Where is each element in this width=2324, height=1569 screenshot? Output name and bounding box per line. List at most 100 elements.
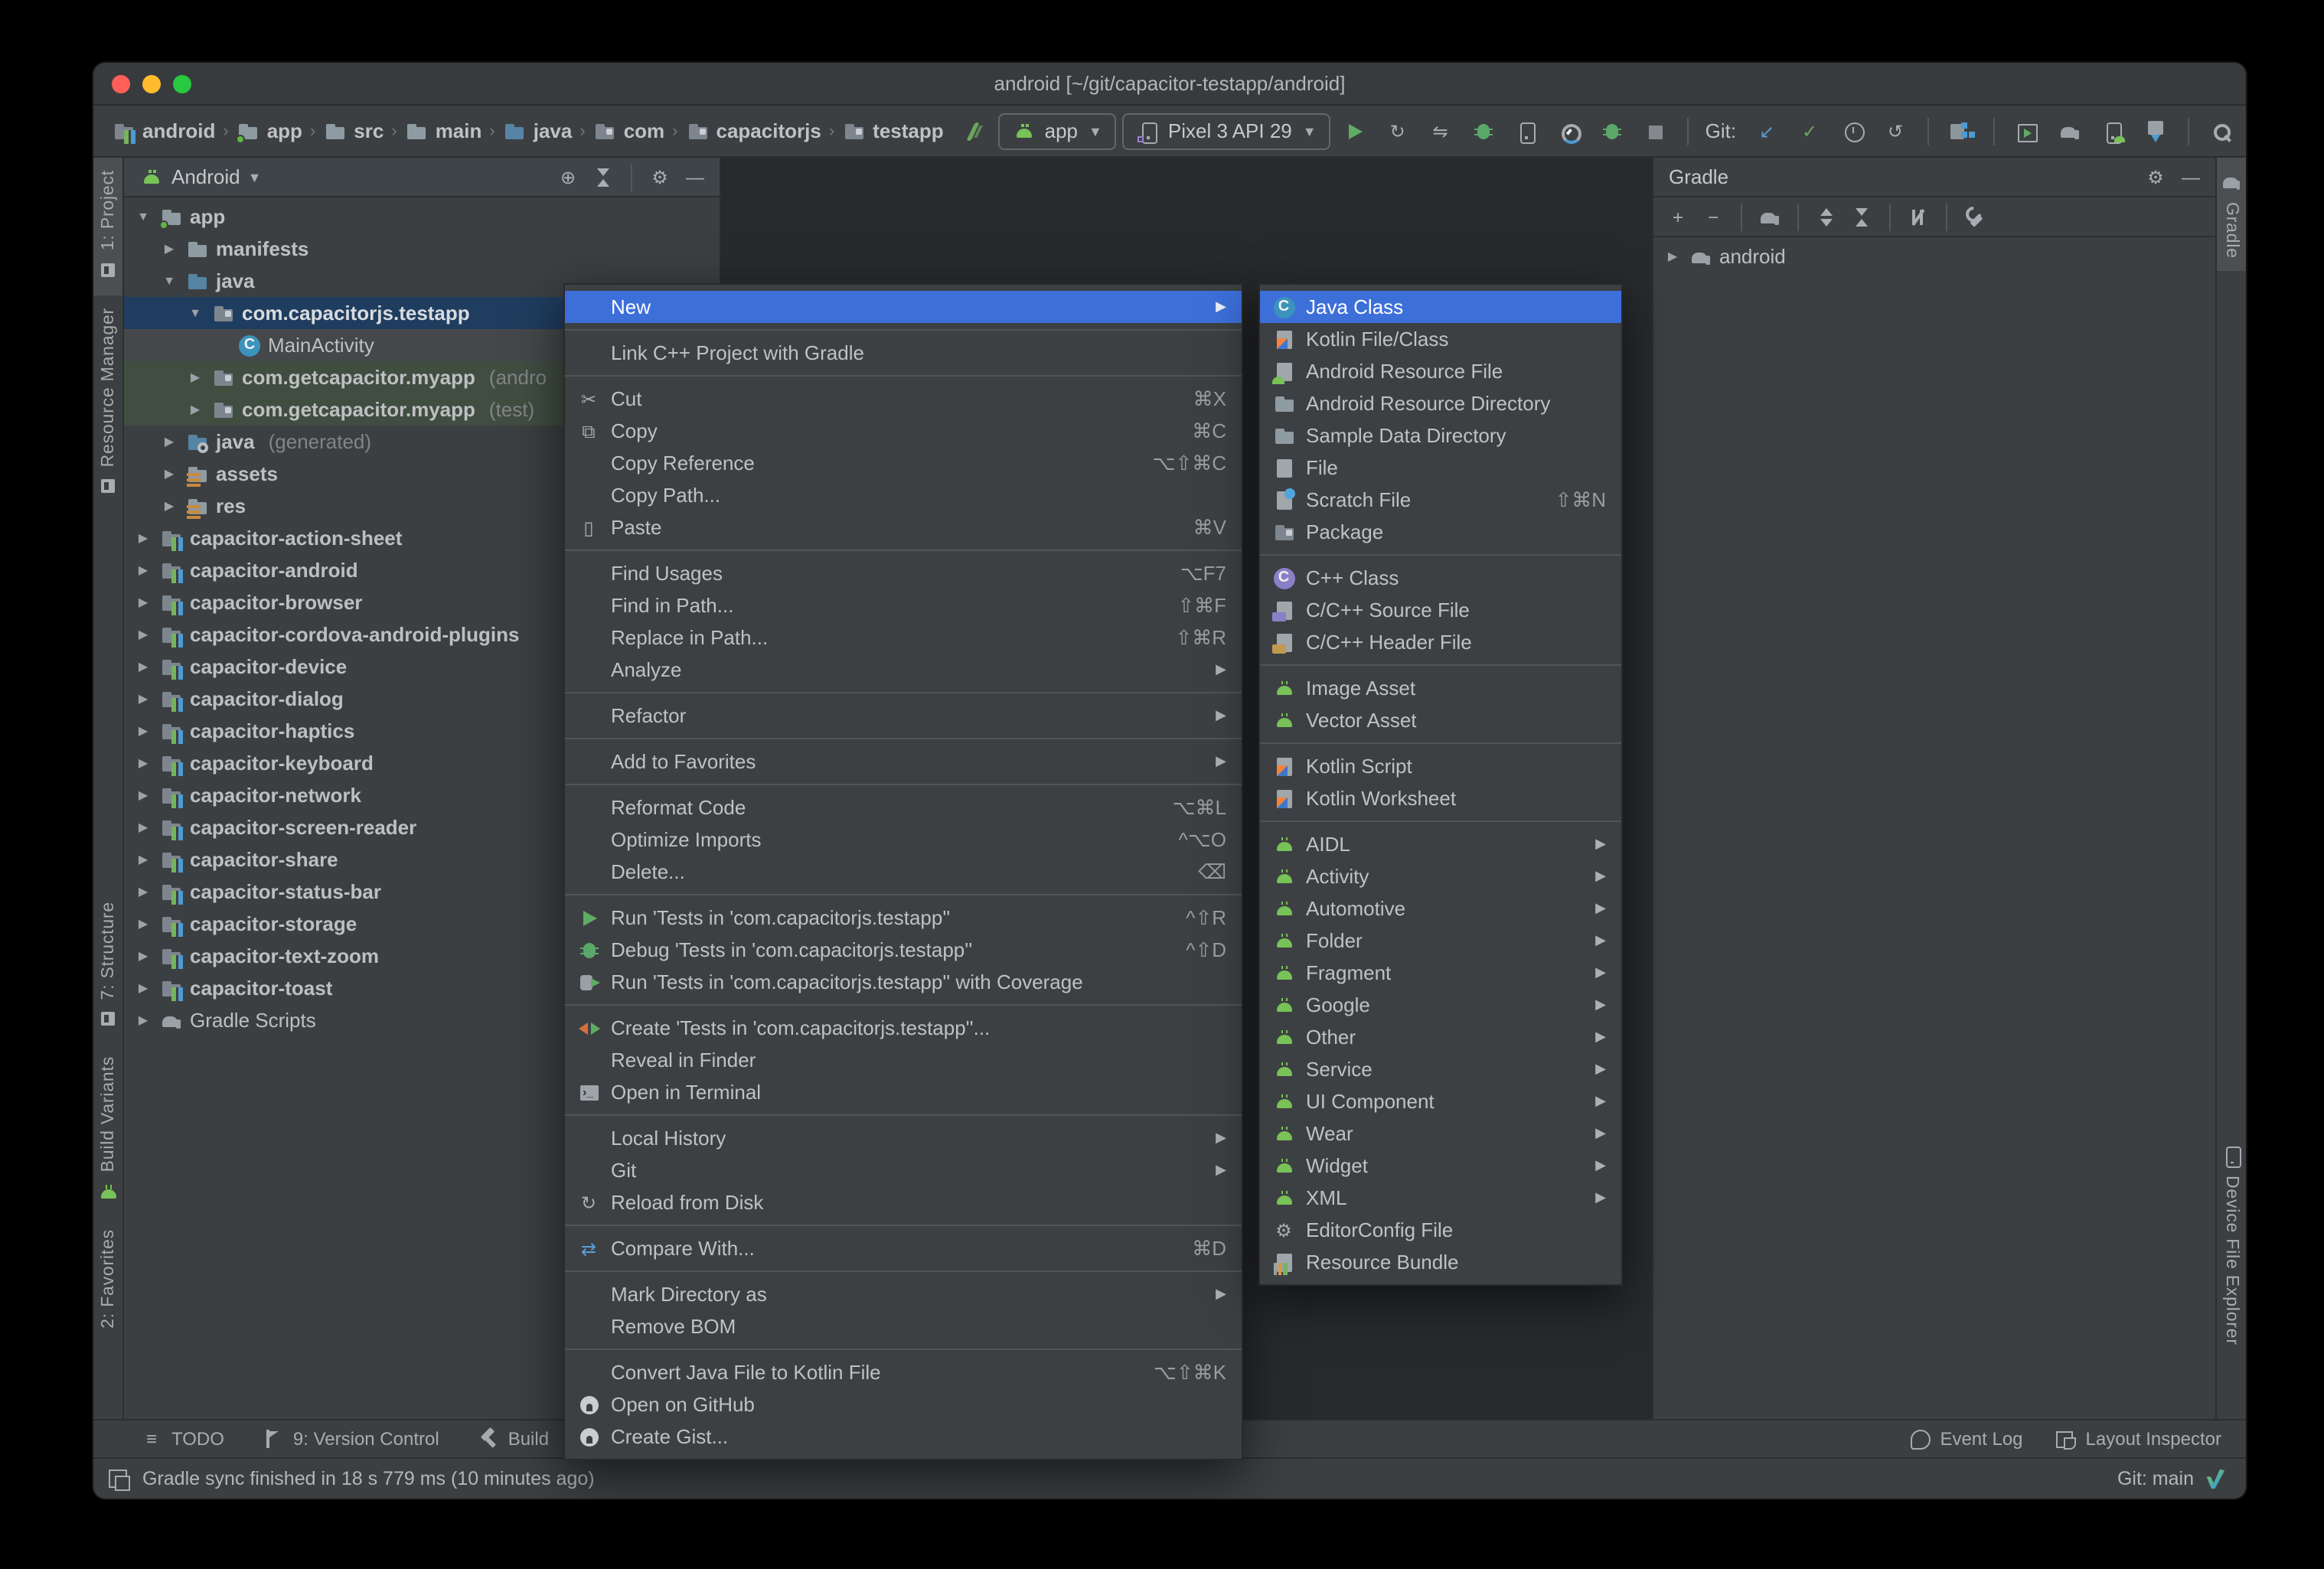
rollback-button[interactable]: ↺ — [1877, 113, 1914, 149]
menu-item-convert-java-file-to-kotlin-file[interactable]: Convert Java File to Kotlin File ⌥⇧⌘K — [565, 1356, 1242, 1388]
chevron-collapsed-icon[interactable]: ▶ — [159, 467, 179, 481]
tree-item-manifests[interactable]: ▶ manifests — [124, 233, 720, 265]
menu-item-copy-path[interactable]: Copy Path... — [565, 479, 1242, 511]
sdk-manager-button[interactable] — [2137, 113, 2174, 149]
profile-button[interactable] — [1551, 113, 1588, 149]
menu-item-sample-data-directory[interactable]: Sample Data Directory — [1260, 419, 1621, 452]
chevron-collapsed-icon[interactable]: ▶ — [133, 756, 153, 770]
chevron-collapsed-icon[interactable]: ▶ — [133, 628, 153, 641]
menu-item-kotlin-worksheet[interactable]: Kotlin Worksheet — [1260, 782, 1621, 814]
breadcrumb-item-testapp[interactable]: testapp — [842, 119, 944, 143]
menu-item-automotive[interactable]: Automotive ▶ — [1260, 892, 1621, 925]
breadcrumb-item-java[interactable]: java — [503, 119, 572, 143]
chevron-collapsed-icon[interactable]: ▶ — [133, 595, 153, 609]
chevron-collapsed-icon[interactable]: ▶ — [133, 853, 153, 866]
menu-item-xml[interactable]: XML ▶ — [1260, 1182, 1621, 1214]
menu-item-vector-asset[interactable]: Vector Asset — [1260, 704, 1621, 736]
menu-item-fragment[interactable]: Fragment ▶ — [1260, 957, 1621, 989]
sidebar-tab-1-project[interactable]: 1: Project — [93, 158, 122, 295]
menu-item-cut[interactable]: ✂ Cut ⌘X — [565, 383, 1242, 415]
avd-manager-button[interactable] — [2009, 113, 2045, 149]
menu-item-other[interactable]: Other ▶ — [1260, 1021, 1621, 1053]
menu-item-java-class[interactable]: Java Class — [1260, 291, 1621, 323]
menu-item-add-to-favorites[interactable]: Add to Favorites ▶ — [565, 745, 1242, 778]
update-project-button[interactable]: ↙ — [1748, 113, 1785, 149]
menu-item-git[interactable]: Git ▶ — [565, 1154, 1242, 1186]
gradle-toolbar-run-task-button[interactable] — [1903, 201, 1934, 232]
menu-item-create-tests-in-com-capacitorjs-testapp[interactable]: Create 'Tests in 'com.capacitorjs.testap… — [565, 1012, 1242, 1044]
breadcrumb-item-src[interactable]: src — [323, 119, 384, 143]
menu-item-package[interactable]: Package — [1260, 516, 1621, 548]
project-locate-button[interactable]: ⊕ — [553, 161, 583, 192]
sidebar-tab-7-structure[interactable]: 7: Structure — [93, 889, 122, 1045]
chevron-collapsed-icon[interactable]: ▶ — [159, 242, 179, 256]
sidebar-tab-device-file-explorer[interactable]: Device File Explorer — [2217, 1131, 2246, 1358]
sidebar-tab-resource-manager[interactable]: Resource Manager — [93, 295, 122, 510]
breadcrumb-item-main[interactable]: main — [405, 119, 481, 143]
breadcrumb-item-android[interactable]: android — [112, 119, 215, 143]
tool-window-button-event-log[interactable]: Event Log — [1908, 1427, 2023, 1451]
chevron-collapsed-icon[interactable]: ▶ — [133, 724, 153, 738]
menu-item-paste[interactable]: ▯ Paste ⌘V — [565, 511, 1242, 543]
attach-debugger-button[interactable] — [1508, 113, 1545, 149]
menu-item-link-c-project-with-gradle[interactable]: Link C++ Project with Gradle — [565, 337, 1242, 369]
menu-item-run-tests-in-com-capacitorjs-testapp[interactable]: Run 'Tests in 'com.capacitorjs.testapp''… — [565, 902, 1242, 934]
chevron-collapsed-icon[interactable]: ▶ — [133, 885, 153, 899]
project-minimize-button[interactable]: — — [680, 161, 710, 192]
run-configuration-select[interactable]: app ▼ — [998, 113, 1116, 149]
chevron-collapsed-icon[interactable]: ▶ — [159, 435, 179, 449]
menu-item-kotlin-script[interactable]: Kotlin Script — [1260, 750, 1621, 782]
gradle-gear-button[interactable]: ⚙ — [2140, 161, 2171, 192]
tool-window-switcher-icon[interactable] — [106, 1466, 130, 1491]
minimize-window-button[interactable] — [142, 74, 161, 93]
menu-item-refactor[interactable]: Refactor ▶ — [565, 700, 1242, 732]
apply-changes-button[interactable]: ↻ — [1379, 113, 1416, 149]
menu-item-remove-bom[interactable]: Remove BOM — [565, 1310, 1242, 1342]
menu-item-replace-in-path[interactable]: Replace in Path... ⇧⌘R — [565, 621, 1242, 654]
project-structure-button[interactable] — [1943, 113, 1980, 149]
gradle-toolbar-collapse-all-button[interactable] — [1846, 201, 1877, 232]
sync-project-with-gradle-button[interactable] — [2051, 113, 2088, 149]
sidebar-tab-gradle[interactable]: Gradle — [2217, 158, 2246, 271]
chevron-collapsed-icon[interactable]: ▶ — [133, 531, 153, 545]
menu-item-c-c-source-file[interactable]: C/C++ Source File — [1260, 594, 1621, 626]
profile-avatar[interactable] — [2246, 113, 2247, 149]
sidebar-tab-2-favorites[interactable]: 2: Favorites — [93, 1217, 122, 1373]
close-window-button[interactable] — [112, 74, 130, 93]
menu-item-android-resource-file[interactable]: Android Resource File — [1260, 355, 1621, 387]
chevron-collapsed-icon[interactable]: ▶ — [133, 788, 153, 802]
menu-item-folder[interactable]: Folder ▶ — [1260, 925, 1621, 957]
chevron-collapsed-icon[interactable]: ▶ — [133, 820, 153, 834]
gradle-toolbar-elephant-button[interactable] — [1754, 201, 1785, 232]
chevron-collapsed-icon[interactable]: ▶ — [133, 917, 153, 931]
menu-item-scratch-file[interactable]: Scratch File ⇧⌘N — [1260, 484, 1621, 516]
project-collapse-all-button[interactable] — [588, 161, 619, 192]
menu-item-copy[interactable]: ⧉ Copy ⌘C — [565, 415, 1242, 447]
menu-item-copy-reference[interactable]: Copy Reference ⌥⇧⌘C — [565, 447, 1242, 479]
sidebar-tab-build-variants[interactable]: Build Variants — [93, 1045, 122, 1217]
search-everywhere-button[interactable] — [2203, 113, 2240, 149]
device-manager-button[interactable] — [2094, 113, 2131, 149]
tool-window-button-todo[interactable]: ≡ TODO — [139, 1427, 224, 1451]
run-button[interactable] — [1337, 113, 1373, 149]
menu-item-google[interactable]: Google ▶ — [1260, 989, 1621, 1021]
gradle-toolbar-expand-all-button[interactable] — [1811, 201, 1842, 232]
git-branch-widget[interactable]: Git: main — [2117, 1468, 2194, 1489]
breadcrumb-item-com[interactable]: com — [593, 119, 664, 143]
chevron-expanded-icon[interactable]: ▼ — [159, 274, 179, 288]
menu-item-create-gist[interactable]: Create Gist... — [565, 1421, 1242, 1453]
breadcrumb-item-capacitorjs[interactable]: capacitorjs — [686, 119, 821, 143]
project-view-selector[interactable]: Android — [171, 165, 240, 188]
menu-item-image-asset[interactable]: Image Asset — [1260, 672, 1621, 704]
debug-button[interactable] — [1465, 113, 1502, 149]
tool-window-button-9-version-control[interactable]: 9: Version Control — [261, 1427, 439, 1451]
project-gear-button[interactable]: ⚙ — [645, 161, 675, 192]
menu-item-kotlin-file-class[interactable]: Kotlin File/Class — [1260, 323, 1621, 355]
menu-item-file[interactable]: File — [1260, 452, 1621, 484]
menu-item-compare-with[interactable]: ⇄ Compare With... ⌘D — [565, 1232, 1242, 1264]
tool-window-button-build[interactable]: Build — [476, 1427, 549, 1451]
chevron-collapsed-icon[interactable]: ▶ — [185, 370, 205, 384]
chevron-collapsed-icon[interactable]: ▶ — [133, 981, 153, 995]
gradle-toolbar-wrench-button[interactable] — [1960, 201, 1990, 232]
gradle-toolbar-plus-button[interactable]: + — [1663, 201, 1693, 232]
